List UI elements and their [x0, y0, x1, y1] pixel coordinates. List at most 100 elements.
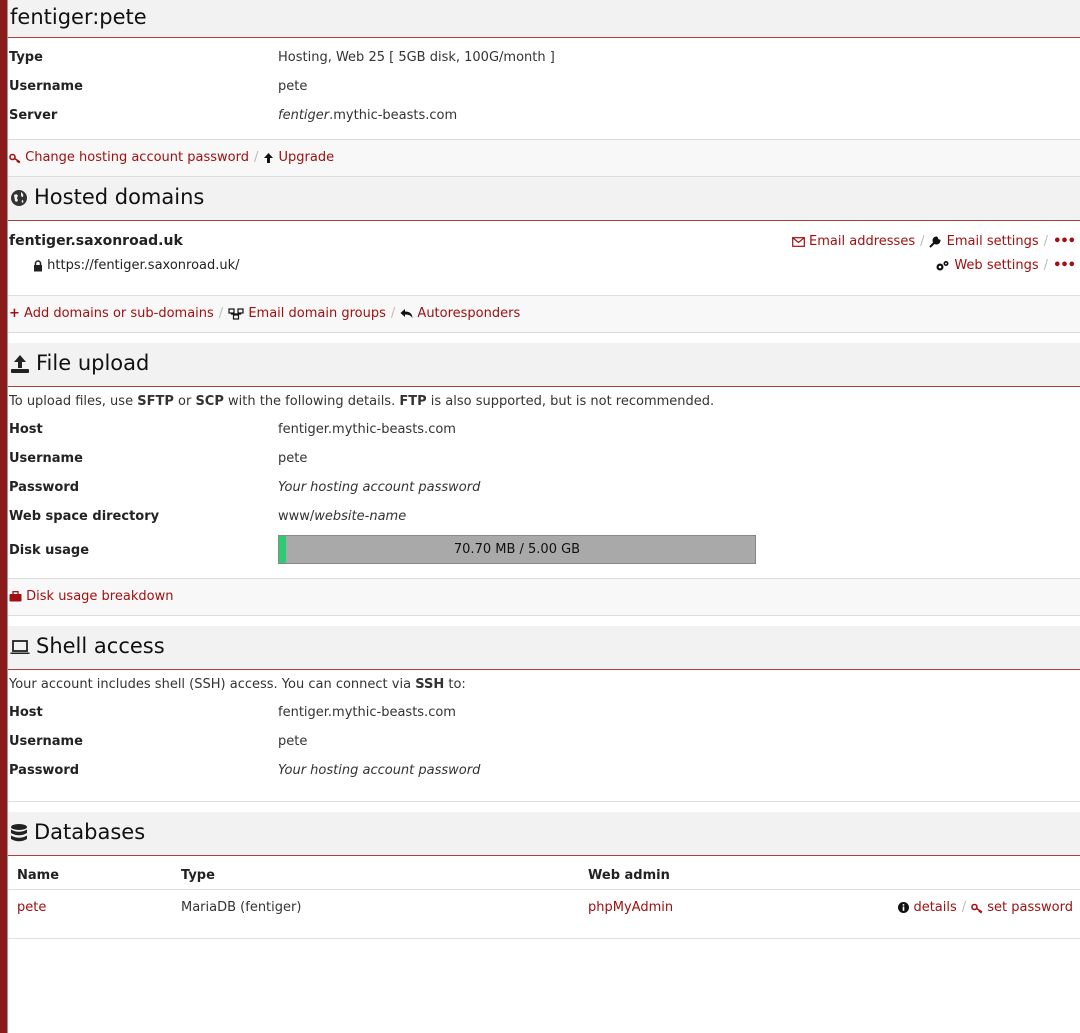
password-label: Password [9, 763, 80, 778]
separator: / [920, 234, 925, 249]
server-domain: .mythic-beasts.com [329, 108, 458, 123]
email-settings-label: Email settings [946, 234, 1039, 249]
envelope-icon [792, 234, 805, 249]
type-row: Type Hosting, Web 25 [ 5GB disk, 100G/mo… [8, 43, 1080, 72]
webspace-label: Web space directory [9, 509, 160, 524]
url-wrapper: https://fentiger.saxonroad.uk/ [33, 258, 240, 273]
scp-text: SCP [195, 394, 224, 409]
separator: / [390, 306, 396, 321]
shell-username-row: Username pete [8, 727, 1080, 756]
databases-label: Databases [34, 820, 146, 844]
add-domains-label: Add domains or sub-domains [24, 306, 214, 321]
note-text: To upload files, use [9, 394, 138, 409]
databases-header: Databases [8, 812, 1080, 856]
email-addresses-label: Email addresses [809, 234, 916, 249]
note-text: to: [444, 677, 466, 692]
upload-icon [10, 353, 30, 374]
email-domain-groups-link[interactable]: Email domain groups [228, 306, 386, 321]
col-name: Name [8, 858, 172, 890]
domain-actions-bar: + Add domains or sub-domains / Email doma… [8, 295, 1080, 333]
host-label: Host [9, 705, 43, 720]
briefcase-icon [9, 589, 22, 604]
separator: / [1043, 258, 1049, 273]
col-actions [754, 858, 1080, 890]
username-label: Username [9, 451, 83, 466]
ftp-text: FTP [399, 394, 427, 409]
arrow-up-icon [263, 150, 274, 165]
note-text: is also supported, but is not recommende… [426, 394, 715, 409]
databases-title: Databases [10, 822, 1078, 843]
email-addresses-link[interactable]: Email addresses [792, 234, 915, 249]
hosting-account-page: fentiger:pete Type Hosting, Web 25 [ 5GB… [7, 0, 1080, 1033]
set-password-link[interactable]: set password [971, 900, 1073, 915]
webspace-value: www/website-name [278, 509, 406, 524]
gears-icon [935, 258, 950, 273]
more-options-icon[interactable]: ••• [1053, 258, 1076, 273]
disk-usage-row: Disk usage 70.70 MB / 5.00 GB [8, 531, 1080, 569]
db-type: MariaDB (fentiger) [181, 900, 302, 915]
shell-note: Your account includes shell (SSH) access… [8, 670, 1080, 698]
file-upload-header: File upload [8, 343, 1080, 387]
db-name-link[interactable]: pete [17, 900, 46, 915]
set-password-label: set password [987, 900, 1073, 915]
upload-host-row: Host fentiger.mythic-beasts.com [8, 415, 1080, 444]
hosted-domains-title: Hosted domains [10, 187, 1078, 208]
change-password-label: Change hosting account password [25, 150, 249, 165]
disk-usage-text: 70.70 MB / 5.00 GB [453, 542, 581, 557]
site-url[interactable]: https://fentiger.saxonroad.uk/ [47, 258, 239, 273]
host-value: fentiger.mythic-beasts.com [278, 422, 456, 437]
account-header: fentiger:pete [8, 0, 1080, 38]
change-password-link[interactable]: Change hosting account password [9, 150, 249, 165]
type-value: Hosting, Web 25 [ 5GB disk, 100G/month ] [278, 50, 555, 65]
webspace-italic: website-name [314, 509, 407, 524]
web-settings-label: Web settings [954, 258, 1039, 273]
domain-row: fentiger.saxonroad.uk Email addresses / E… [8, 225, 1080, 253]
databases-table: Name Type Web admin pete MariaDB (fentig… [8, 858, 1080, 925]
key-icon [971, 900, 983, 915]
upgrade-link[interactable]: Upgrade [263, 150, 334, 165]
web-actions: Web settings / ••• [935, 258, 1076, 273]
col-web-admin: Web admin [579, 858, 755, 890]
username-label: Username [9, 734, 83, 749]
email-settings-link[interactable]: Email settings [929, 234, 1039, 249]
shell-access-label: Shell access [36, 634, 165, 658]
password-value: Your hosting account password [278, 763, 481, 778]
username-row: Username pete [8, 72, 1080, 101]
autoresponders-link[interactable]: Autoresponders [400, 306, 520, 321]
domain-actions: Email addresses / Email settings / ••• [792, 234, 1076, 249]
spacer [8, 802, 1080, 812]
url-row: https://fentiger.saxonroad.uk/ Web setti… [8, 253, 1080, 281]
email-domain-groups-label: Email domain groups [248, 306, 386, 321]
upload-actions: Disk usage breakdown [8, 578, 1080, 616]
plus-icon: + [9, 306, 20, 321]
db-actions: details / set password [755, 890, 1080, 926]
disk-usage-label: Disk usage [9, 543, 90, 558]
server-label: Server [9, 108, 58, 123]
col-type: Type [172, 858, 579, 890]
separator: / [253, 150, 259, 165]
password-value: Your hosting account password [278, 480, 481, 495]
table-header-row: Name Type Web admin [8, 858, 1080, 890]
separator: / [1043, 234, 1049, 249]
spacer [8, 616, 1080, 626]
add-domains-link[interactable]: + Add domains or sub-domains [9, 306, 214, 321]
account-title: fentiger:pete [10, 5, 147, 29]
key-icon [9, 150, 21, 165]
autoresponders-label: Autoresponders [417, 306, 521, 321]
server-row: Server fentiger.mythic-beasts.com [8, 101, 1080, 130]
disk-breakdown-label: Disk usage breakdown [26, 589, 174, 604]
disk-breakdown-link[interactable]: Disk usage breakdown [9, 589, 173, 604]
more-options-icon[interactable]: ••• [1053, 234, 1076, 249]
ssh-text: SSH [415, 677, 445, 692]
separator: / [218, 306, 224, 321]
file-upload-label: File upload [36, 351, 150, 375]
shell-host-row: Host fentiger.mythic-beasts.com [8, 698, 1080, 727]
web-settings-link[interactable]: Web settings [935, 258, 1039, 273]
shell-password-row: Password Your hosting account password [8, 756, 1080, 785]
details-link[interactable]: details [898, 900, 957, 915]
domain-name: fentiger.saxonroad.uk [9, 233, 183, 249]
hosted-domains-header: Hosted domains [8, 177, 1080, 221]
phpmyadmin-link[interactable]: phpMyAdmin [588, 900, 673, 915]
host-value: fentiger.mythic-beasts.com [278, 705, 456, 720]
upload-password-row: Password Your hosting account password [8, 473, 1080, 502]
